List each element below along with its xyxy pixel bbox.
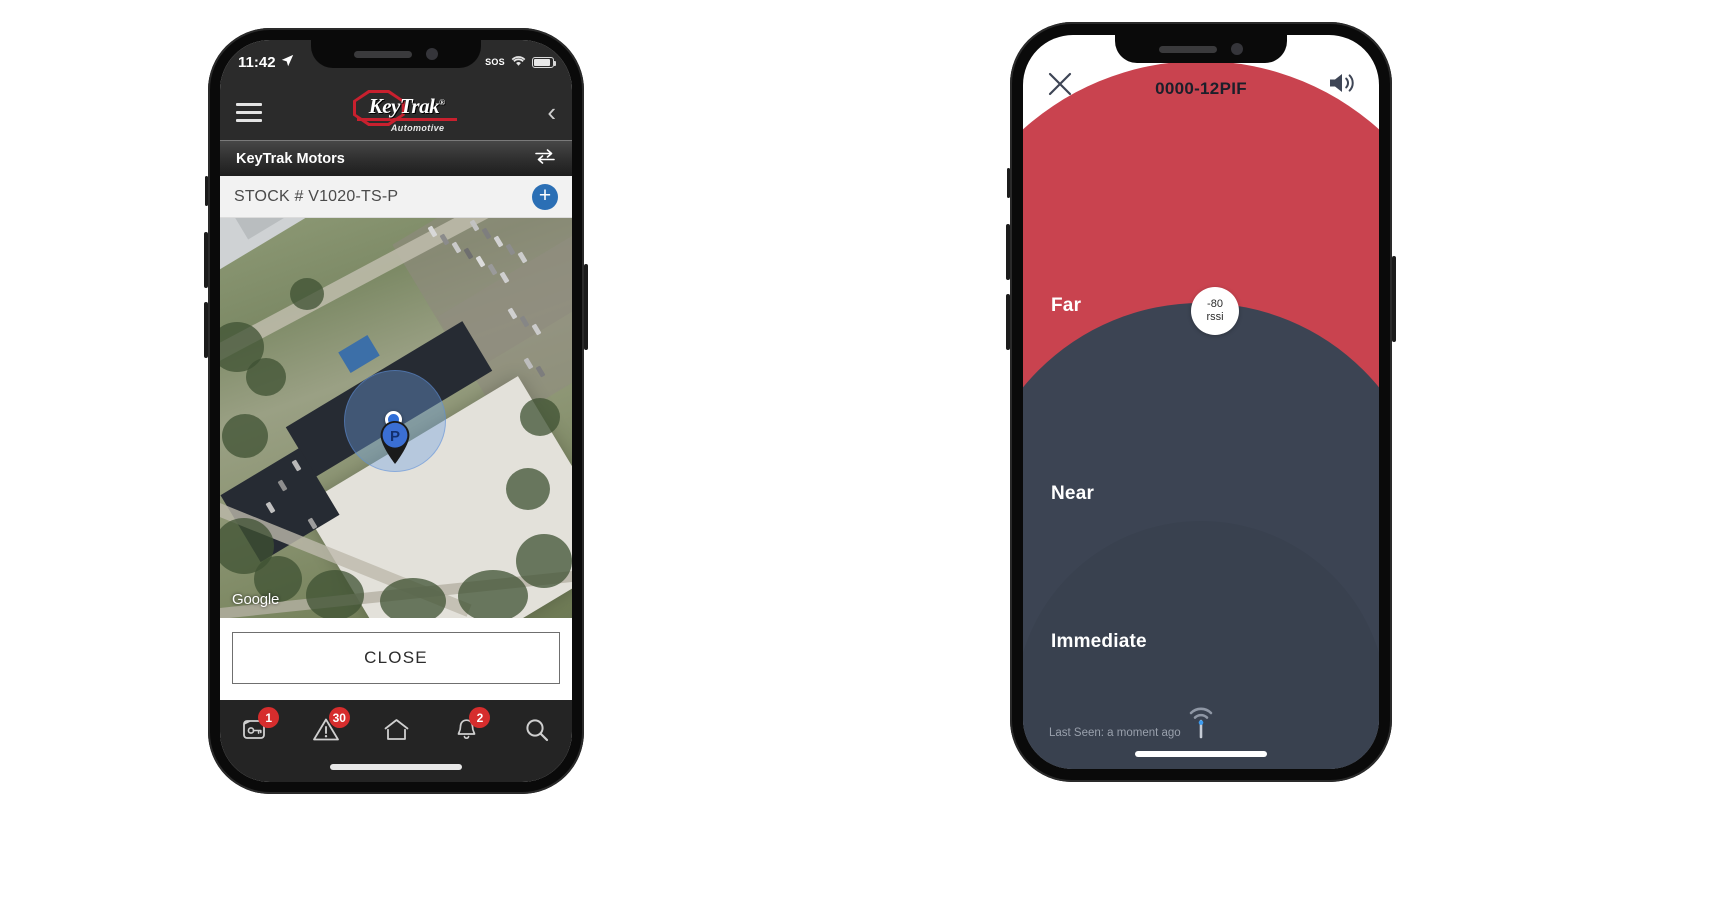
stock-number-bar: STOCK # V1020-TS-P + xyxy=(220,176,572,218)
tab-search[interactable] xyxy=(502,714,572,750)
parking-pin-marker[interactable]: P xyxy=(378,420,412,465)
front-camera-right xyxy=(1231,43,1243,55)
tab-badge-alerts: 30 xyxy=(328,707,350,728)
earpiece-speaker-right xyxy=(1159,45,1217,53)
zone-label-near: Near xyxy=(1051,483,1095,504)
close-button[interactable]: CLOSE xyxy=(232,632,560,684)
volume-up-button[interactable] xyxy=(204,232,208,288)
status-time: 11:42 xyxy=(238,53,276,71)
power-button-right[interactable] xyxy=(1392,256,1396,342)
hamburger-menu-icon[interactable] xyxy=(236,102,262,122)
tab-alerts[interactable]: 30 xyxy=(290,707,360,750)
rssi-unit: rssi xyxy=(1206,311,1224,323)
status-time-group: 11:42 xyxy=(238,54,294,71)
volume-down-button[interactable] xyxy=(204,302,208,358)
dealership-sub-header: KeyTrak Motors xyxy=(220,140,572,176)
plus-circle-icon[interactable]: + xyxy=(532,183,558,210)
earpiece-speaker xyxy=(354,50,412,58)
left-phone-screen: 11:42 SOS KeyTrak® Automotive ‹ KeyTrak … xyxy=(220,40,572,782)
battery-icon xyxy=(532,56,556,68)
front-camera xyxy=(426,48,438,60)
status-indicators: SOS xyxy=(485,55,556,70)
app-header: KeyTrak® Automotive ‹ xyxy=(220,84,572,140)
close-x-icon[interactable] xyxy=(1045,69,1075,105)
tab-home[interactable] xyxy=(361,714,431,750)
swap-horizontal-icon[interactable] xyxy=(534,148,556,169)
zone-label-immediate: Immediate xyxy=(1051,631,1147,652)
left-phone-device: 11:42 SOS KeyTrak® Automotive ‹ KeyTrak … xyxy=(204,28,588,794)
chevron-left-icon[interactable]: ‹ xyxy=(547,99,556,125)
tab-notifications[interactable]: 2 xyxy=(431,707,501,750)
last-seen-label: Last Seen: a moment ago xyxy=(1049,727,1181,739)
volume-down-button-right[interactable] xyxy=(1006,294,1010,350)
beacon-title: 0000-12PIF xyxy=(1155,79,1247,98)
logo-wordmark: KeyTrak® xyxy=(368,94,445,118)
device-notch xyxy=(311,40,481,68)
right-phone-device: Far Near Immediate -80 rssi 0000-12PIF L… xyxy=(1006,22,1396,782)
mute-switch-right[interactable] xyxy=(1007,168,1010,198)
parking-marker-label: P xyxy=(390,428,400,445)
home-indicator-left xyxy=(330,764,462,770)
logo-underline xyxy=(356,118,457,121)
beacon-signal-icon xyxy=(1184,704,1218,745)
stock-number-label: STOCK # V1020-TS-P xyxy=(234,187,399,205)
right-phone-screen: Far Near Immediate -80 rssi 0000-12PIF L… xyxy=(1023,35,1379,769)
logo-subtitle: Automotive xyxy=(390,123,445,133)
map-imagery: P xyxy=(220,218,572,618)
app-logo: KeyTrak® Automotive xyxy=(262,90,547,133)
volume-up-button-right[interactable] xyxy=(1006,224,1010,280)
location-arrow-icon xyxy=(281,54,294,71)
device-notch-right xyxy=(1115,35,1287,63)
speaker-volume-icon[interactable] xyxy=(1327,70,1357,101)
home-icon xyxy=(383,717,410,747)
rssi-bubble: -80 rssi xyxy=(1191,287,1239,335)
zone-label-far: Far xyxy=(1051,295,1082,316)
tab-keys[interactable]: 1 xyxy=(220,707,290,750)
mute-switch[interactable] xyxy=(205,176,208,206)
keytrak-logo-mark: KeyTrak® xyxy=(352,90,457,126)
tab-badge-notifications: 2 xyxy=(469,707,491,728)
home-indicator-right xyxy=(1135,751,1267,757)
search-icon xyxy=(524,717,550,748)
rssi-value: -80 xyxy=(1207,298,1223,311)
dealership-name: KeyTrak Motors xyxy=(236,150,345,167)
wifi-icon xyxy=(511,55,526,70)
satellite-map[interactable]: P Google xyxy=(220,218,572,618)
registered-mark: ® xyxy=(439,98,445,107)
power-button[interactable] xyxy=(584,264,588,350)
tab-badge-keys: 1 xyxy=(258,707,280,728)
carrier-label: SOS xyxy=(485,57,505,67)
google-attribution: Google xyxy=(232,591,280,608)
